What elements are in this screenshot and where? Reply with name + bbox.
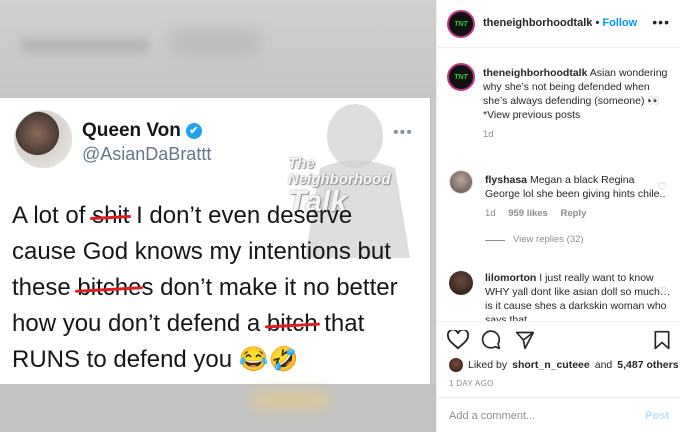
reply-button[interactable]: Reply xyxy=(560,208,586,219)
liker-username[interactable]: short_n_cuteee xyxy=(512,359,590,371)
comment-meta: 1d 959 likes Reply xyxy=(485,208,587,219)
verified-icon: ✔ xyxy=(185,123,202,139)
blurred-background-top xyxy=(0,0,436,100)
comment-text: flyshasa Megan a black Regina George lol… xyxy=(485,173,671,247)
tweet-display-name: Queen Von ✔ xyxy=(82,120,202,142)
tweet-avatar xyxy=(14,110,72,168)
censored-word: shit xyxy=(92,202,130,229)
censored-word: bitch xyxy=(266,310,318,337)
censored-word: bitche xyxy=(77,274,142,301)
separator-dot: • xyxy=(595,17,600,29)
profile-avatar[interactable]: TNT xyxy=(447,10,475,38)
tweet-body: A lot of shit I don’t even deserve cause… xyxy=(12,198,422,378)
header-user: theneighborhoodtalk • Follow xyxy=(483,17,637,29)
comment: lilomorton I just really want to know WH… xyxy=(449,271,677,321)
divider-line xyxy=(485,239,505,241)
post-panel: TNT theneighborhoodtalk • Follow ••• TNT… xyxy=(436,0,680,432)
post-actions: Liked by short_n_cuteee and 5,487 others… xyxy=(437,321,680,432)
post-comment-button[interactable]: Post xyxy=(645,410,669,422)
like-comment-icon[interactable]: ♡ xyxy=(657,180,667,193)
post-timestamp: 1 DAY AGO xyxy=(449,379,494,388)
heart-icon[interactable] xyxy=(447,330,469,350)
blur-smudge xyxy=(20,38,150,54)
add-comment-bar: Add a comment... Post xyxy=(437,397,680,432)
likes-count[interactable]: 5,487 others xyxy=(617,359,678,371)
share-icon[interactable] xyxy=(515,330,535,350)
view-replies-button[interactable]: View replies (32) xyxy=(485,233,671,247)
caption-username[interactable]: theneighborhoodtalk xyxy=(483,67,587,79)
more-options-icon[interactable]: ••• xyxy=(652,14,670,30)
comment-username[interactable]: flyshasa xyxy=(485,174,527,186)
comment: flyshasa Megan a black Regina George lol… xyxy=(449,170,677,270)
comments-section: TNT theneighborhoodtalk Asian wondering … xyxy=(437,49,680,321)
caption-meta: 1d xyxy=(483,129,494,140)
tweet-screenshot: Queen Von ✔ @AsianDaBrattt ••• The Neigh… xyxy=(0,98,431,386)
comment-icon[interactable] xyxy=(481,330,501,350)
bookmark-icon[interactable] xyxy=(653,330,671,350)
commenter-avatar[interactable] xyxy=(449,170,473,194)
comment-username[interactable]: lilomorton xyxy=(485,272,536,284)
blur-smudge xyxy=(250,390,330,410)
commenter-avatar[interactable] xyxy=(449,271,473,295)
caption-avatar[interactable]: TNT xyxy=(447,63,475,91)
follow-button[interactable]: Follow xyxy=(602,17,637,29)
likes-summary: Liked by short_n_cuteee and 5,487 others xyxy=(449,358,679,372)
comment-likes[interactable]: 959 likes xyxy=(508,208,548,219)
tweet-text-segment: A lot of xyxy=(12,202,93,229)
like-comment-icon[interactable]: ♡ xyxy=(657,285,667,298)
blur-smudge xyxy=(170,30,260,56)
action-icons xyxy=(447,330,671,352)
liker-avatar xyxy=(449,358,463,372)
tweet-handle: @AsianDaBrattt xyxy=(82,144,212,164)
blurred-background-bottom xyxy=(0,384,436,432)
post-header: TNT theneighborhoodtalk • Follow ••• xyxy=(437,0,680,48)
comment-text: lilomorton I just really want to know WH… xyxy=(485,272,671,321)
comment-input[interactable]: Add a comment... xyxy=(449,410,535,422)
post-media[interactable]: Queen Von ✔ @AsianDaBrattt ••• The Neigh… xyxy=(0,0,436,432)
caption-text: theneighborhoodtalk Asian wondering why … xyxy=(483,67,668,140)
username-link[interactable]: theneighborhoodtalk xyxy=(483,17,592,29)
